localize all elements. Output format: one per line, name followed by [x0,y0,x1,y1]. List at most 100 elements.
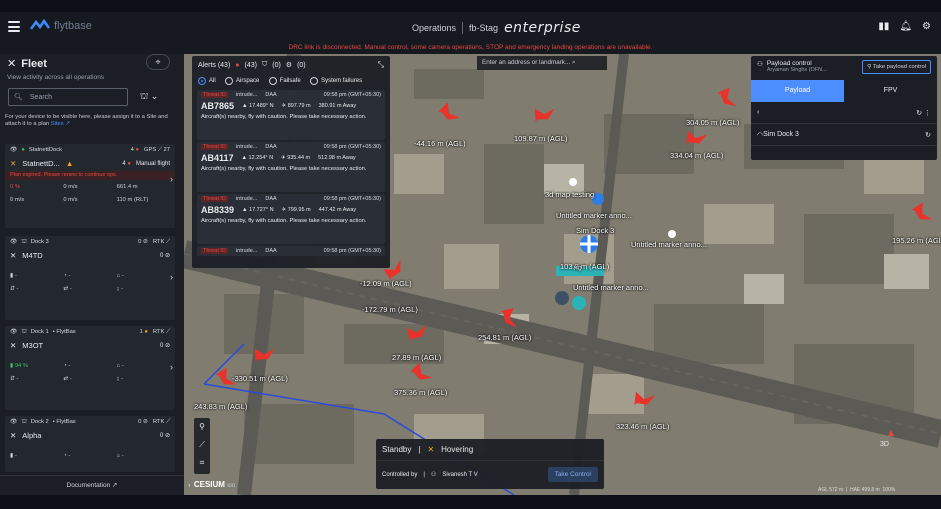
battery-stat: ▮ - [10,272,17,279]
alert-time: 09:58 pm (GMT+05:30) [323,144,381,150]
cesium-text: CESIUM [193,480,225,489]
control-row: Controlled by | ⚇ Sivanesh T V Take Control [376,461,604,488]
menu-icon[interactable] [8,21,20,32]
chevron-right-icon[interactable]: › [170,272,173,282]
marker-label[interactable]: Sim Dock 3 [576,226,614,235]
collapse-icon[interactable]: ⤡ [378,60,384,70]
stats-row: ▮ - ◔ - ⌂ - [5,269,175,282]
tab-fpv[interactable]: FPV [844,80,937,102]
view-3d-toggle[interactable]: 3D [880,441,896,448]
alert-item[interactable]: Threat ID intrude... DAA 09:58 pm (GMT+05:3… [197,194,385,244]
device-card[interactable]: 👁︎ ● StatnettDock 4 ● GPS ⟋ 27 ✕ StatnettD… [5,144,175,228]
plan-expired-alert: Plan expired. Please renew to continue o… [5,171,175,180]
documentation-link[interactable]: Documentation ↗ [0,475,184,495]
agl-label: 254.81 m (AGL) [478,333,532,342]
chevron-right-icon[interactable]: › [170,362,173,372]
tab-payload[interactable]: Payload [751,80,844,102]
logo: flytbase [30,19,92,33]
measure-icon[interactable]: ⟋ [194,436,210,454]
drone-icon: ✕ [10,159,17,168]
speed-stat: ◔ - [63,452,71,459]
chevron-right-icon[interactable]: › [170,174,173,184]
vspeed-stat: ⇵ - [10,375,19,382]
aircraft-id: AB4117 [201,153,234,163]
hae-value: HAE 499.8 m [849,487,880,493]
dock-filter-dropdown[interactable]: ⛫ ⌄ [140,91,158,103]
eye-icon[interactable]: 👁︎ [10,239,17,245]
battery-stat: ▮ - [10,452,17,459]
org-name[interactable]: fb-Stag [469,23,498,33]
agl-label: -12.09 m (AGL) [360,279,412,288]
documentation-text: Documentation [66,482,111,489]
refresh-icon[interactable]: ↻ [925,131,931,139]
payload-title: Payload control [766,60,812,67]
drone-count: 0 ⊘ [159,433,170,439]
payload-dock-name: Sim Dock 3 [763,131,799,138]
marker-label[interactable]: 3d map testing [545,190,594,199]
compass-icon[interactable]: ▲ [886,428,896,439]
eye-icon[interactable]: 👁︎ [10,147,17,153]
chevron-left-icon[interactable]: ‹ [757,109,759,116]
fleet-settings-button[interactable]: ⌖ [146,54,170,70]
logo-text: flytbase [54,20,92,32]
eye-icon[interactable]: 👁︎ [10,329,17,335]
agl-label: -44.16 m (AGL) [414,139,466,148]
address-search-input[interactable]: Enter an address or landmark... ⌕ [477,56,607,70]
alert-item[interactable]: Threat ID intrude... DAA 09:58 pm (GMT+05:3… [197,142,385,192]
refresh-icon[interactable]: ↻ ⋮ [916,109,931,117]
agl-label: 109.87 m (AGL) [514,134,568,143]
battery-stat: ▮ 94 % [10,362,29,369]
drone-icon: ✕ [10,431,17,440]
warning-icon: ▲ [65,159,74,168]
marker-label[interactable]: Untitled marker anno... [573,283,649,292]
bell-icon[interactable]: 🔔︎ [899,21,912,32]
gear-icon[interactable]: ⚙ [922,21,931,32]
chart-icon[interactable]: ▮▮ [878,21,889,32]
device-card[interactable]: 👁︎ ⛫ Dock 2 • FlytBas 0 ⊘ RTK ⟋ ✕ Alpha 0 ⊘… [5,416,175,472]
tier-label: enterprise [504,20,581,36]
flytbase-logo-icon [30,19,50,30]
flight-mode-bar: Standby | ✕ Hovering Controlled by | ⚇ Sivanes… [376,439,604,489]
payload-controls: ‹ ↻ ⋮ [751,102,937,124]
device-card[interactable]: 👁︎ ⛫ Dock 1 • FlytBas 1 ● RTK ⟋ ✕ M3OT 0 ⊘ … [5,326,175,410]
threat-tag: Threat ID [201,92,228,98]
alt-value: ✈ 799.95 m [281,207,311,213]
threat-source: DAA [265,92,277,98]
eye-icon[interactable]: 👁︎ [10,419,17,425]
drone-mode: Hovering [441,445,474,454]
address-placeholder: Enter an address or landmark... [482,59,571,66]
filter-radio-airspace[interactable] [225,77,234,85]
device-card[interactable]: 👁︎ ⛫ Dock 3 0 ⊘ RTK ⟋ ✕ M4TD 0 ⊘ ▮ - ◔ - ⌂… [5,236,175,320]
threat-source: DAA [265,144,277,150]
threat-tag: Threat ID [201,144,228,150]
crop-icon[interactable]: ⌗ [194,454,210,472]
lat-value: ▲ 17.489° N [242,103,274,109]
dock-icon: ● [21,147,25,153]
take-payload-control-button[interactable]: ⚲ Take payload control [862,60,931,74]
fleet-search-input[interactable]: 🔍︎ Search [8,88,128,106]
drone-state: Standby [382,445,412,454]
take-control-button[interactable]: Take Control [547,467,598,482]
filter-radio-all[interactable] [198,77,206,85]
alerts-header: Alerts (43) ● (43) ⛉ (0) ⚙ (0) ⤡ [192,56,390,74]
drone-row: ✕ StatnettD... ▲ 4 ● Manual flight [5,156,175,171]
alert-item[interactable]: Threat ID intrude... DAA 09:58 pm (GMT+05:3… [197,90,385,140]
filter-radio-failsafe[interactable] [268,77,277,85]
pin-icon[interactable]: ⚲ [194,418,210,436]
sites-link[interactable]: Sites [51,121,64,127]
agl-label: -172.79 m (AGL) [362,305,418,314]
marker-label[interactable]: Untitled marker anno... [556,211,632,220]
speed-stat: 0 m/s [63,183,78,190]
lat-value: ▲ 12.254° N [241,155,274,161]
threat-tag: Threat ID [201,196,228,202]
scale-readout: AGL 572 m | HAE 499.8 m 100% [818,487,896,493]
alert-item[interactable]: Threat ID intrude... DAA 09:58 pm (GMT+05:3… [197,246,385,256]
marker-label[interactable]: Untitled marker anno... [631,240,707,249]
agl-label: -330.51 m (AGL) [232,374,288,383]
cesium-credit[interactable]: ◐ CESIUM ion [188,480,235,489]
shield-count: (0) [272,61,281,69]
filter-label: System failures [321,78,363,84]
filter-radio-system[interactable] [310,77,319,85]
search-placeholder: Search [29,93,53,101]
aircraft-id: AB8339 [201,205,235,215]
